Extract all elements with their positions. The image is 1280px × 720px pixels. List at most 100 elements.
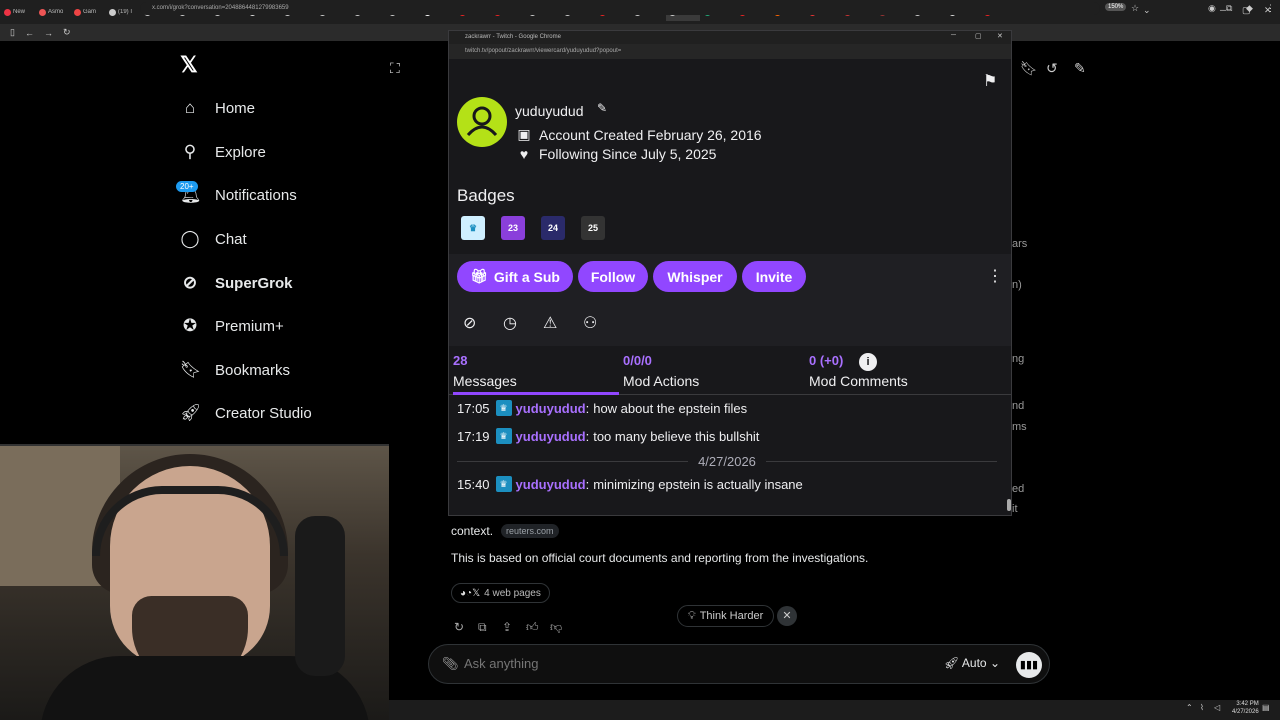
chevron-down-icon: ⌄ [989,656,1000,670]
close-icon[interactable]: ✕ [777,606,797,626]
address-bar[interactable]: x.com/i/grok?conversation=20488644812799… [140,2,1100,15]
nav-chat[interactable]: ◯ Chat [180,224,246,254]
viewer-username: yuduyudud [515,103,584,119]
whisper-button[interactable]: Whisper [653,261,737,292]
2023-badge-icon[interactable]: 23 [501,216,525,240]
forward-icon[interactable]: → [44,28,53,38]
tab-favicon-icon [39,8,46,16]
mode-label: Auto [961,656,987,670]
web-pages-label: 4 web pages [484,587,541,599]
sidebar-toggle-icon[interactable]: ▯ [10,27,15,38]
chat-username[interactable]: yuduyudud [516,401,586,416]
verified-icon: ✪ [182,316,198,335]
tray-chevron-icon[interactable]: ⌃ [1186,703,1193,712]
whisper-label: Whisper [667,268,723,285]
tab-mod-comments[interactable]: Mod Comments [809,373,908,389]
chat-bubble-icon: ◯ [180,229,200,248]
expand-icon[interactable]: ⛶ [390,60,400,77]
network-icon[interactable]: ⌇ [1200,703,1204,712]
tab-search-icon[interactable]: ⌄ [1143,5,1151,16]
edit-pencil-icon[interactable]: ✎ [597,101,607,115]
nav-creator-studio-label: Creator Studio [215,404,312,422]
regenerate-icon[interactable]: ↻ [454,620,464,634]
extensions-icon[interactable]: ⧉ [1226,3,1232,14]
tab-mod-actions[interactable]: Mod Actions [623,373,699,389]
behind-text-fragment: nd [1012,400,1025,412]
chat-text: how about the epstein files [593,400,748,416]
nav-home[interactable]: ⌂ Home [180,93,255,123]
add-mod-icon[interactable]: ⚇ [583,313,597,333]
nav-creator-studio[interactable]: 🚀︎ Creator Studio [180,398,312,428]
extension-icon[interactable]: ◆ [1246,3,1253,14]
thumbs-down-icon[interactable]: 👎︎ [550,620,562,635]
gift-a-sub-button[interactable]: 🎁︎ Gift a Sub [457,261,573,292]
more-options-icon[interactable]: ⋮ [987,266,1003,286]
bookmark-icon[interactable]: 🔖︎ [1020,60,1038,77]
nav-premium-label: Premium+ [215,317,284,335]
think-harder-button[interactable]: 💡︎ Think Harder [677,605,775,627]
minimize-icon[interactable]: ─ [951,32,956,39]
profile-icon[interactable]: ◉ [1208,3,1216,14]
volume-icon[interactable]: ◁ [1214,703,1220,712]
invite-label: Invite [755,268,793,285]
follow-button[interactable]: Follow [578,261,648,292]
2024-badge-icon[interactable]: 24 [541,216,565,240]
date-divider: 4/27/2026 [457,453,997,469]
date-divider-text: 4/27/2026 [698,453,756,469]
bookmark-icon: 🔖︎ [180,360,202,379]
nav-bookmarks[interactable]: 🔖︎ Bookmarks [180,355,290,385]
x-logo-icon[interactable]: 𝕏 [180,52,198,78]
history-icon[interactable]: ↺ [1046,60,1058,77]
nav-supergrok[interactable]: ⊘ SuperGrok [180,268,293,298]
bookmark-star-icon[interactable]: ☆ [1131,3,1139,14]
maximize-icon[interactable]: ▢ [975,32,982,40]
copy-icon[interactable]: ⧉ [478,620,487,635]
web-pages-chip[interactable]: ◕◔𝕏 4 web pages [451,583,550,603]
ban-icon[interactable]: ⊘ [463,313,476,333]
divider-line [765,460,997,462]
nav-explore[interactable]: ⚲ Explore [180,137,266,167]
2025-badge-icon[interactable]: 25 [581,216,605,240]
nav-premium[interactable]: ✪ Premium+ [180,311,284,341]
browser-tab[interactable]: Gam [71,3,105,21]
chat-text: too many believe this bullshit [593,428,760,444]
ask-input[interactable] [464,656,764,671]
behind-text-fragment: ms [1012,421,1027,433]
compose-icon[interactable]: ✎ [1074,60,1086,77]
rocket-icon: 🚀︎ [944,656,960,670]
close-window-icon[interactable]: ✕ [997,32,1003,40]
grok-icon: ⊘ [182,273,198,292]
chat-scrollbar[interactable] [1007,499,1011,511]
tab-favicon-icon [4,8,11,16]
behind-text-fragment: ed [1012,483,1025,495]
voice-mode-icon[interactable]: ▮▮▮ [1016,652,1042,678]
popup-url-bar[interactable]: twitch.tv/popout/zackrawrr/viewercard/yu… [449,44,1011,59]
mode-selector[interactable]: 🚀︎ Auto ⌄ [944,656,1000,670]
warning-icon[interactable]: ⚠ [543,313,557,333]
report-flag-icon[interactable]: ⚑ [983,71,997,91]
browser-tab[interactable]: New [1,3,35,21]
nav-explore-label: Explore [215,143,266,161]
source-chip[interactable]: reuters.com [501,524,559,538]
attach-icon[interactable]: 📎︎ [442,656,459,672]
active-tab-indicator [453,392,619,395]
timeout-clock-icon[interactable]: ◷ [503,313,517,333]
info-icon[interactable]: i [859,353,877,371]
browser-tab[interactable]: (19) I [106,3,140,21]
chat-username[interactable]: yuduyudud [516,429,586,444]
zoom-badge[interactable]: 150% [1105,3,1127,11]
back-icon[interactable]: ← [25,28,34,38]
menu-icon[interactable]: ⋮ [1266,3,1275,14]
invite-button[interactable]: Invite [742,261,806,292]
gift-icon: 🎁︎ [470,268,488,284]
tab-favicon-icon [74,8,81,16]
chat-username[interactable]: yuduyudud [516,477,586,492]
thumbs-up-icon[interactable]: 👍︎ [526,620,539,635]
notification-icon[interactable]: ▤ [1262,703,1270,712]
share-icon[interactable]: ⇪ [502,620,512,634]
reload-icon[interactable]: ↻ [63,27,71,38]
crown-badge-icon[interactable]: ♛ [461,216,485,240]
taskbar-clock[interactable]: 3:42 PM 4/27/2026 [1232,700,1259,716]
browser-tab[interactable]: Asmo [36,3,70,21]
tab-messages[interactable]: Messages [453,373,517,389]
